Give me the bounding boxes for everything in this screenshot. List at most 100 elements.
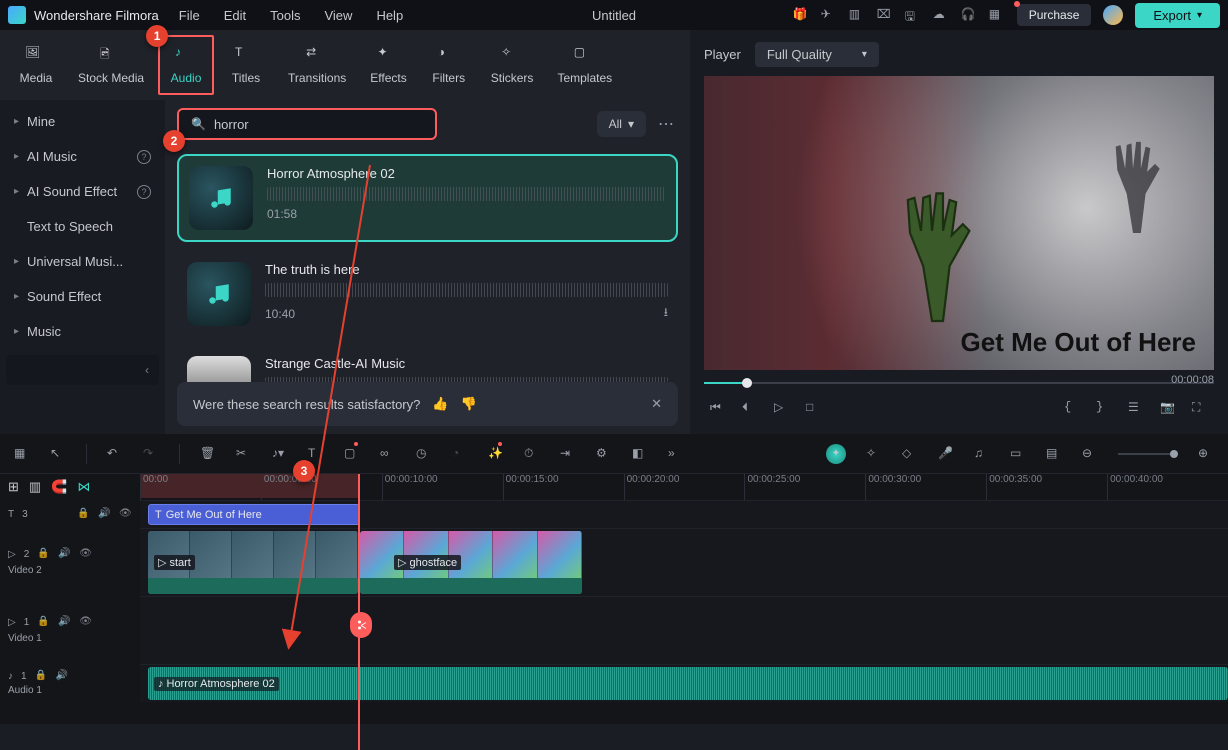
menu-help[interactable]: Help <box>376 8 403 23</box>
export-button[interactable]: Export <box>1135 3 1220 28</box>
gift-icon[interactable]: 🎁 <box>793 7 809 23</box>
render-icon[interactable]: ▭ <box>1010 446 1026 462</box>
text-icon[interactable]: T <box>308 446 324 462</box>
link-tracks-icon[interactable]: ⋈ <box>77 479 90 495</box>
delete-icon[interactable]: 🗑 <box>200 446 216 462</box>
video2-lane[interactable]: ▷start ▷ghostface <box>140 528 1228 596</box>
search-input[interactable] <box>214 117 423 132</box>
menu-view[interactable]: View <box>324 8 352 23</box>
thumbs-down-icon[interactable]: 👎 <box>461 396 477 412</box>
mute-icon[interactable]: 🔊 <box>58 548 71 561</box>
layout-icon[interactable]: ▥ <box>29 479 41 495</box>
lock-icon[interactable]: 🔒 <box>37 548 50 561</box>
sidebar-item-sound-effect[interactable]: Sound Effect <box>0 279 165 314</box>
adjust-icon[interactable]: ⚙ <box>596 446 612 462</box>
save-icon[interactable]: 🖫 <box>905 7 921 23</box>
lock-icon[interactable]: 🔒 <box>37 616 50 629</box>
video1-lane[interactable] <box>140 596 1228 664</box>
video-preview[interactable]: Get Me Out of Here <box>704 76 1214 370</box>
video-clip[interactable]: ▷ghostface <box>360 531 582 594</box>
sidebar-item-music[interactable]: Music <box>0 314 165 349</box>
export-clip-icon[interactable]: ⇥ <box>560 446 576 462</box>
text-clip[interactable]: TGet Me Out of Here <box>148 504 360 525</box>
sidebar-item-mine[interactable]: Mine <box>0 104 165 139</box>
quality-dropdown[interactable]: Full Quality <box>755 42 879 67</box>
sparkle-icon[interactable]: ✧ <box>866 446 882 462</box>
stop-icon[interactable]: □ <box>806 400 822 416</box>
tab-stickers[interactable]: ✧Stickers <box>481 37 544 93</box>
result-item[interactable]: The truth is here 10:40⭳ <box>177 252 678 336</box>
sidebar-collapse[interactable]: ‹ <box>6 355 159 385</box>
close-icon[interactable]: ✕ <box>651 396 662 412</box>
zoom-out-icon[interactable]: ⊖ <box>1082 446 1098 462</box>
link-icon[interactable]: ∞ <box>380 446 396 462</box>
mask-icon[interactable]: ◧ <box>632 446 648 462</box>
more-options[interactable]: ⋯ <box>654 114 678 134</box>
audio-edit-icon[interactable]: ♪▾ <box>272 446 288 462</box>
more-icon[interactable]: » <box>668 446 684 462</box>
speed-icon[interactable]: ◷ <box>416 446 432 462</box>
voiceover-icon[interactable]: 🎤 <box>938 446 954 462</box>
lock-icon[interactable]: 🔒 <box>77 508 90 521</box>
eye-icon[interactable]: 👁 <box>79 548 92 561</box>
user-avatar[interactable] <box>1103 5 1123 25</box>
timer-icon[interactable]: ⏱ <box>524 446 540 462</box>
tab-filters[interactable]: ◑Filters <box>421 37 477 93</box>
magnet-icon[interactable]: 🧲 <box>51 479 67 495</box>
list-icon[interactable]: ☰ <box>1128 400 1144 416</box>
audio1-lane[interactable]: ♪Horror Atmosphere 02 <box>140 664 1228 702</box>
menu-tools[interactable]: Tools <box>270 8 300 23</box>
scrub-bar[interactable]: 00:00:08 <box>704 376 1214 390</box>
headphone-icon[interactable]: 🎧 <box>961 7 977 23</box>
tab-audio[interactable]: ♪Audio 1 <box>158 35 214 95</box>
help-icon[interactable]: ? <box>137 150 151 164</box>
add-track-icon[interactable]: ⊞ <box>8 479 19 495</box>
tab-effects[interactable]: ✦Effects <box>360 37 416 93</box>
bracket-close-icon[interactable]: } <box>1096 400 1112 416</box>
help-icon[interactable]: ? <box>137 185 151 199</box>
scissor-icon[interactable] <box>350 612 372 638</box>
tab-stock-media[interactable]: 🖻Stock Media <box>68 37 154 93</box>
result-item[interactable]: Horror Atmosphere 02 01:58 <box>177 154 678 242</box>
apps-icon[interactable]: ▦ <box>989 7 1005 23</box>
crop-icon[interactable]: ▢ <box>344 446 360 462</box>
mute-icon[interactable]: 🔊 <box>58 616 71 629</box>
panel-icon[interactable]: ▥ <box>849 7 865 23</box>
eye-icon[interactable]: 👁 <box>119 508 132 521</box>
enhance-icon[interactable]: ✨ <box>488 446 504 462</box>
purchase-button[interactable]: Purchase <box>1017 4 1092 26</box>
zoom-slider[interactable] <box>1118 453 1178 455</box>
play-icon[interactable]: ▷ <box>774 400 790 416</box>
text-lane[interactable]: TGet Me Out of Here <box>140 500 1228 528</box>
mute-icon[interactable]: 🔊 <box>98 508 111 521</box>
color-icon[interactable]: ◔ <box>452 446 468 462</box>
ai-icon[interactable]: ✦ <box>826 444 846 464</box>
snapshot-icon[interactable]: 📷 <box>1160 400 1176 416</box>
thumbs-icon[interactable]: ▤ <box>1046 446 1062 462</box>
filter-dropdown[interactable]: All▾ <box>597 111 646 137</box>
sidebar-item-universal[interactable]: Universal Musi... <box>0 244 165 279</box>
bracket-open-icon[interactable]: { <box>1064 400 1080 416</box>
screen-icon[interactable]: ⌧ <box>877 7 893 23</box>
tab-transitions[interactable]: ⇄Transitions <box>278 37 356 93</box>
zoom-in-icon[interactable]: ⊕ <box>1198 446 1214 462</box>
lock-icon[interactable]: 🔒 <box>35 670 48 683</box>
cloud-icon[interactable]: ☁ <box>933 7 949 23</box>
result-item[interactable]: Strange Castle-AI Music <box>177 346 678 382</box>
cut-icon[interactable]: ✂ <box>236 446 252 462</box>
mixer-icon[interactable]: ♫ <box>974 446 990 462</box>
menu-file[interactable]: File <box>179 8 200 23</box>
send-icon[interactable]: ✈ <box>821 7 837 23</box>
grid-icon[interactable]: ▦ <box>14 446 30 462</box>
sidebar-item-ai-music[interactable]: AI Music? <box>0 139 165 174</box>
tab-templates[interactable]: ▢Templates <box>547 37 622 93</box>
sidebar-item-tts[interactable]: Text to Speech <box>0 209 165 244</box>
expand-icon[interactable]: ⛶ <box>1192 400 1208 416</box>
menu-edit[interactable]: Edit <box>224 8 246 23</box>
prev-icon[interactable]: ⏮ <box>710 400 726 416</box>
search-box[interactable]: 🔍 2 <box>177 108 437 140</box>
pointer-icon[interactable]: ↖ <box>50 446 66 462</box>
audio-clip[interactable]: ♪Horror Atmosphere 02 <box>148 667 1228 700</box>
step-back-icon[interactable]: ⏴ <box>742 400 758 416</box>
eye-icon[interactable]: 👁 <box>79 616 92 629</box>
